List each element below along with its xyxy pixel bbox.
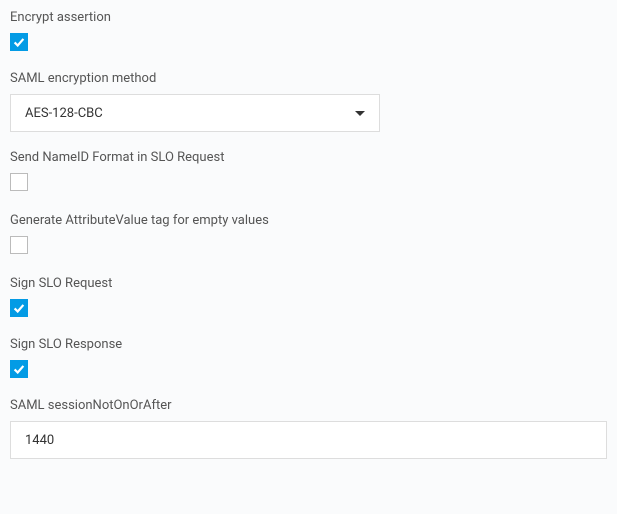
label-send-nameid: Send NameID Format in SLO Request [10,150,607,165]
checkbox-sign-slo-response[interactable] [10,360,28,378]
label-generate-empty: Generate AttributeValue tag for empty va… [10,213,607,228]
select-encryption-method-value: AES-128-CBC [25,106,355,121]
check-icon [12,362,26,376]
field-encryption-method: SAML encryption method AES-128-CBC [10,71,607,132]
checkbox-generate-empty[interactable] [10,236,28,254]
check-icon [12,301,26,315]
select-encryption-method[interactable]: AES-128-CBC [10,94,380,132]
label-encryption-method: SAML encryption method [10,71,607,86]
chevron-down-icon [355,111,365,116]
check-icon [12,35,26,49]
label-session-not-on-or-after: SAML sessionNotOnOrAfter [10,398,607,413]
field-encrypt-assertion: Encrypt assertion [10,10,607,53]
input-session-not-on-or-after[interactable] [10,421,607,459]
field-session-not-on-or-after: SAML sessionNotOnOrAfter [10,398,607,459]
label-sign-slo-response: Sign SLO Response [10,337,607,352]
checkbox-encrypt-assertion[interactable] [10,33,28,51]
field-sign-slo-response: Sign SLO Response [10,337,607,380]
label-encrypt-assertion: Encrypt assertion [10,10,607,25]
checkbox-send-nameid[interactable] [10,173,28,191]
checkbox-sign-slo-request[interactable] [10,299,28,317]
label-sign-slo-request: Sign SLO Request [10,276,607,291]
field-send-nameid: Send NameID Format in SLO Request [10,150,607,195]
field-generate-empty: Generate AttributeValue tag for empty va… [10,213,607,258]
field-sign-slo-request: Sign SLO Request [10,276,607,319]
